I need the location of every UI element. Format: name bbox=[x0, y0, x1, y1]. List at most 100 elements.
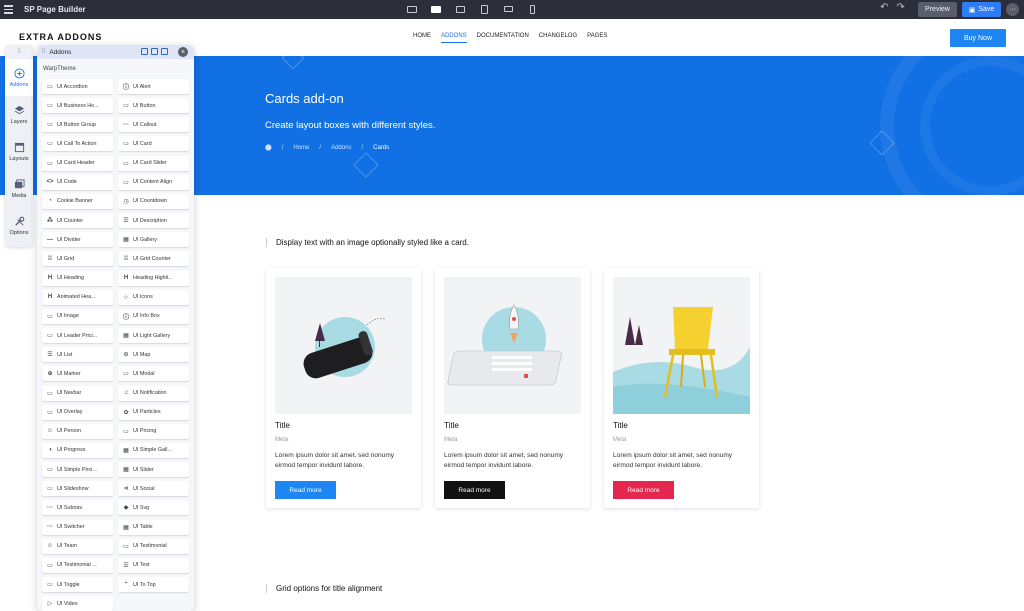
nav-pages[interactable]: PAGES bbox=[587, 33, 607, 43]
addon-tile[interactable]: ☺ UI Person bbox=[42, 423, 113, 439]
addon-label: UI Subnav bbox=[57, 504, 83, 511]
addon-tile[interactable]: ▭ UI Image bbox=[42, 308, 113, 324]
addon-tile[interactable]: ♫ UI Notification bbox=[118, 385, 189, 401]
addon-tile[interactable]: ▦ UI Table bbox=[118, 519, 189, 535]
addon-icon: ▦ bbox=[123, 447, 129, 454]
addon-tile[interactable]: H Heading Highli... bbox=[118, 270, 189, 286]
addon-tile[interactable]: ⁂ UI Counter bbox=[42, 213, 113, 229]
addon-tile[interactable]: ▭ UI Pricing bbox=[118, 423, 189, 439]
addon-tile[interactable]: ▭ UI Content Align bbox=[118, 174, 189, 190]
addon-icon: ▭ bbox=[123, 160, 129, 167]
addon-tile[interactable]: ▭ UI Navbar bbox=[42, 385, 113, 401]
desktop-icon[interactable] bbox=[430, 3, 442, 15]
save-button[interactable]: ▣ Save bbox=[962, 2, 1001, 17]
addon-icon: ··· bbox=[47, 524, 53, 531]
addon-icon: ⓘ bbox=[122, 314, 129, 321]
addon-tile[interactable]: ✿ UI Particles bbox=[118, 404, 189, 420]
addon-icon: H bbox=[123, 275, 129, 282]
sidebar-item-options[interactable]: Options bbox=[5, 207, 33, 244]
nav-home[interactable]: HOME bbox=[413, 33, 431, 43]
addon-tile[interactable]: ◷ UI Countdown bbox=[118, 193, 189, 209]
list-view-icon[interactable] bbox=[151, 48, 158, 55]
addon-tile[interactable]: ⌃ UI To Top bbox=[118, 577, 189, 593]
addon-tile[interactable]: ▦ UI Slider bbox=[118, 462, 189, 478]
addon-tile[interactable]: ⓘ UI Alert bbox=[118, 79, 189, 94]
undo-icon[interactable]: ↶ bbox=[880, 2, 888, 13]
addon-tile[interactable]: ▭ UI Leader Prici... bbox=[42, 328, 113, 344]
addon-tile[interactable]: ▭ UI Modal bbox=[118, 366, 189, 382]
nav-documentation[interactable]: DOCUMENTATION bbox=[477, 33, 529, 43]
addon-tile[interactable]: ▦ UI Light Gallery bbox=[118, 328, 189, 344]
addon-tile[interactable]: ▭ UI Toggle bbox=[42, 577, 113, 593]
addon-tile[interactable]: ⁞⁞ UI Grid bbox=[42, 251, 113, 267]
addon-tile[interactable]: ⁞⁞ UI Grid Counter bbox=[118, 251, 189, 267]
addon-tile[interactable]: ▭ UI Button Group bbox=[42, 117, 113, 133]
addon-tile[interactable]: H Animated Hea... bbox=[42, 289, 113, 305]
sidebar-item-layers[interactable]: Layers bbox=[5, 96, 33, 133]
addon-tile[interactable]: ☆ UI Icons bbox=[118, 289, 189, 305]
addon-tile[interactable]: ▭ UI Button bbox=[118, 98, 189, 114]
buy-now-button[interactable]: Buy Now bbox=[950, 29, 1006, 47]
addon-icon: ▭ bbox=[47, 160, 53, 167]
close-icon[interactable]: × bbox=[178, 47, 188, 57]
grid-view-icon[interactable] bbox=[141, 48, 148, 55]
addon-tile[interactable]: <> UI Code bbox=[42, 174, 113, 190]
addon-tile[interactable]: ◑ UI Progress bbox=[42, 442, 113, 458]
addon-tile[interactable]: ··· UI Switcher bbox=[42, 519, 113, 535]
addon-tile[interactable]: — UI Divider bbox=[42, 232, 113, 248]
redo-icon[interactable]: ↷ bbox=[896, 2, 904, 13]
addon-tile[interactable]: ··· UI Callout bbox=[118, 117, 189, 133]
breadcrumb-addons[interactable]: Addons bbox=[331, 145, 351, 151]
addon-tile[interactable]: ▭ UI Testimonial bbox=[118, 538, 189, 554]
sidebar-item-media[interactable]: Media bbox=[5, 170, 33, 207]
sidebar-item-layouts[interactable]: Layouts bbox=[5, 133, 33, 170]
addon-tile[interactable]: ▭ UI Call To Action bbox=[42, 136, 113, 152]
desktop-large-icon[interactable] bbox=[406, 3, 418, 15]
addon-tile[interactable]: ☺ UI Team bbox=[42, 538, 113, 554]
addon-tile[interactable]: ⊕ UI Marker bbox=[42, 366, 113, 382]
addon-tile[interactable]: ◆ UI Svg bbox=[118, 500, 189, 516]
drag-handle-icon[interactable]: ⁞⁞ bbox=[5, 45, 33, 59]
preview-button[interactable]: Preview bbox=[918, 2, 957, 17]
addon-tile[interactable]: ▭ UI Testimonial ... bbox=[42, 557, 113, 573]
dock-icon[interactable] bbox=[161, 48, 168, 55]
addon-tile[interactable]: ▭ UI Card Slider bbox=[118, 155, 189, 171]
device-switcher bbox=[406, 3, 538, 15]
addon-tile[interactable]: ▭ UI Slideshow bbox=[42, 481, 113, 497]
read-more-button[interactable]: Read more bbox=[444, 481, 505, 499]
tablet-landscape-icon[interactable] bbox=[502, 3, 514, 15]
addon-tile[interactable]: ▭ UI Card Header bbox=[42, 155, 113, 171]
breadcrumb-home[interactable]: Home bbox=[293, 145, 309, 151]
menu-icon[interactable] bbox=[4, 5, 20, 14]
media-icon bbox=[14, 178, 25, 188]
laptop-icon[interactable] bbox=[454, 3, 466, 15]
addon-tile[interactable]: H UI Heading bbox=[42, 270, 113, 286]
addon-tile[interactable]: ··· UI Subnav bbox=[42, 500, 113, 516]
addon-tile[interactable]: ☰ UI List bbox=[42, 347, 113, 363]
addon-tile[interactable]: ☰ UI Text bbox=[118, 557, 189, 573]
addon-tile[interactable]: ☰ UI Description bbox=[118, 213, 189, 229]
addon-tile[interactable]: ▭ UI Business Ho... bbox=[42, 98, 113, 114]
nav-changelog[interactable]: CHANGELOG bbox=[539, 33, 577, 43]
addon-tile[interactable]: ▭ UI Overlay bbox=[42, 404, 113, 420]
read-more-button[interactable]: Read more bbox=[613, 481, 674, 499]
nav-addons[interactable]: ADDONS bbox=[441, 33, 467, 43]
drag-handle-icon[interactable]: ⁞⁞ bbox=[42, 49, 45, 55]
addon-tile[interactable]: ▦ UI Gallery bbox=[118, 232, 189, 248]
read-more-button[interactable]: Read more bbox=[275, 481, 336, 499]
mobile-icon[interactable] bbox=[526, 3, 538, 15]
addon-tile[interactable]: ▭ UI Card bbox=[118, 136, 189, 152]
addon-tile[interactable]: ⓘ UI Info Box bbox=[118, 308, 189, 324]
sidebar-item-addons[interactable]: Addons bbox=[5, 59, 33, 96]
more-icon[interactable]: ··· bbox=[1006, 3, 1019, 16]
addon-tile[interactable]: ⋖ UI Social bbox=[118, 481, 189, 497]
addon-tile[interactable]: ◔ Cookie Banner bbox=[42, 193, 113, 209]
addon-label: UI Accordion bbox=[57, 83, 88, 90]
tablet-icon[interactable] bbox=[478, 3, 490, 15]
addon-tile[interactable]: ▷ UI Video bbox=[42, 596, 113, 611]
site-logo[interactable]: EXTRA ADDONS bbox=[19, 32, 102, 42]
addon-tile[interactable]: ▦ UI Simple Gall... bbox=[118, 442, 189, 458]
addon-tile[interactable]: ⊙ UI Map bbox=[118, 347, 189, 363]
addon-tile[interactable]: ▭ UI Accordion bbox=[42, 79, 113, 94]
addon-tile[interactable]: ▭ UI Simple Prici... bbox=[42, 462, 113, 478]
